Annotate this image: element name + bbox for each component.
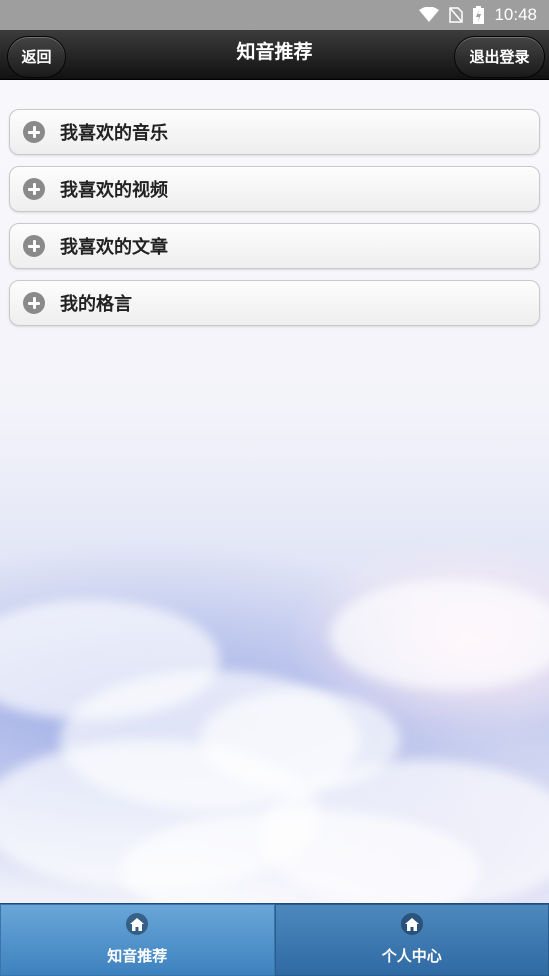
plus-circle-icon	[23, 292, 45, 314]
tab-label: 个人中心	[381, 947, 442, 965]
battery-charging-icon	[473, 6, 485, 24]
list-item-label: 我喜欢的视频	[60, 180, 168, 201]
favorites-list: 我喜欢的音乐 我喜欢的视频 我喜欢的文章 我的格言	[9, 109, 540, 337]
header-bar: 知音推荐 返回 退出登录	[0, 30, 549, 80]
tab-personal-center[interactable]: 个人中心	[274, 904, 549, 976]
plus-circle-icon	[23, 121, 45, 143]
wifi-icon	[419, 7, 440, 23]
list-item-label: 我喜欢的文章	[60, 237, 168, 258]
tab-recommend[interactable]: 知音推荐	[0, 904, 275, 976]
tab-label: 知音推荐	[107, 947, 168, 965]
home-icon	[126, 913, 149, 935]
list-item-music[interactable]: 我喜欢的音乐	[9, 109, 540, 155]
list-item-articles[interactable]: 我喜欢的文章	[9, 223, 540, 269]
home-icon	[400, 913, 423, 935]
list-item-mottos[interactable]: 我的格言	[9, 280, 540, 326]
status-bar: 10:48	[0, 0, 549, 30]
status-time: 10:48	[494, 5, 537, 24]
list-item-label: 我喜欢的音乐	[60, 123, 168, 144]
bottom-tab-bar: 知音推荐 个人中心	[0, 903, 549, 976]
plus-circle-icon	[23, 235, 45, 257]
plus-circle-icon	[23, 178, 45, 200]
no-sim-icon	[449, 7, 464, 23]
list-item-video[interactable]: 我喜欢的视频	[9, 166, 540, 212]
list-item-label: 我的格言	[60, 294, 132, 315]
logout-button[interactable]: 退出登录	[454, 36, 545, 78]
back-button[interactable]: 返回	[7, 36, 66, 78]
